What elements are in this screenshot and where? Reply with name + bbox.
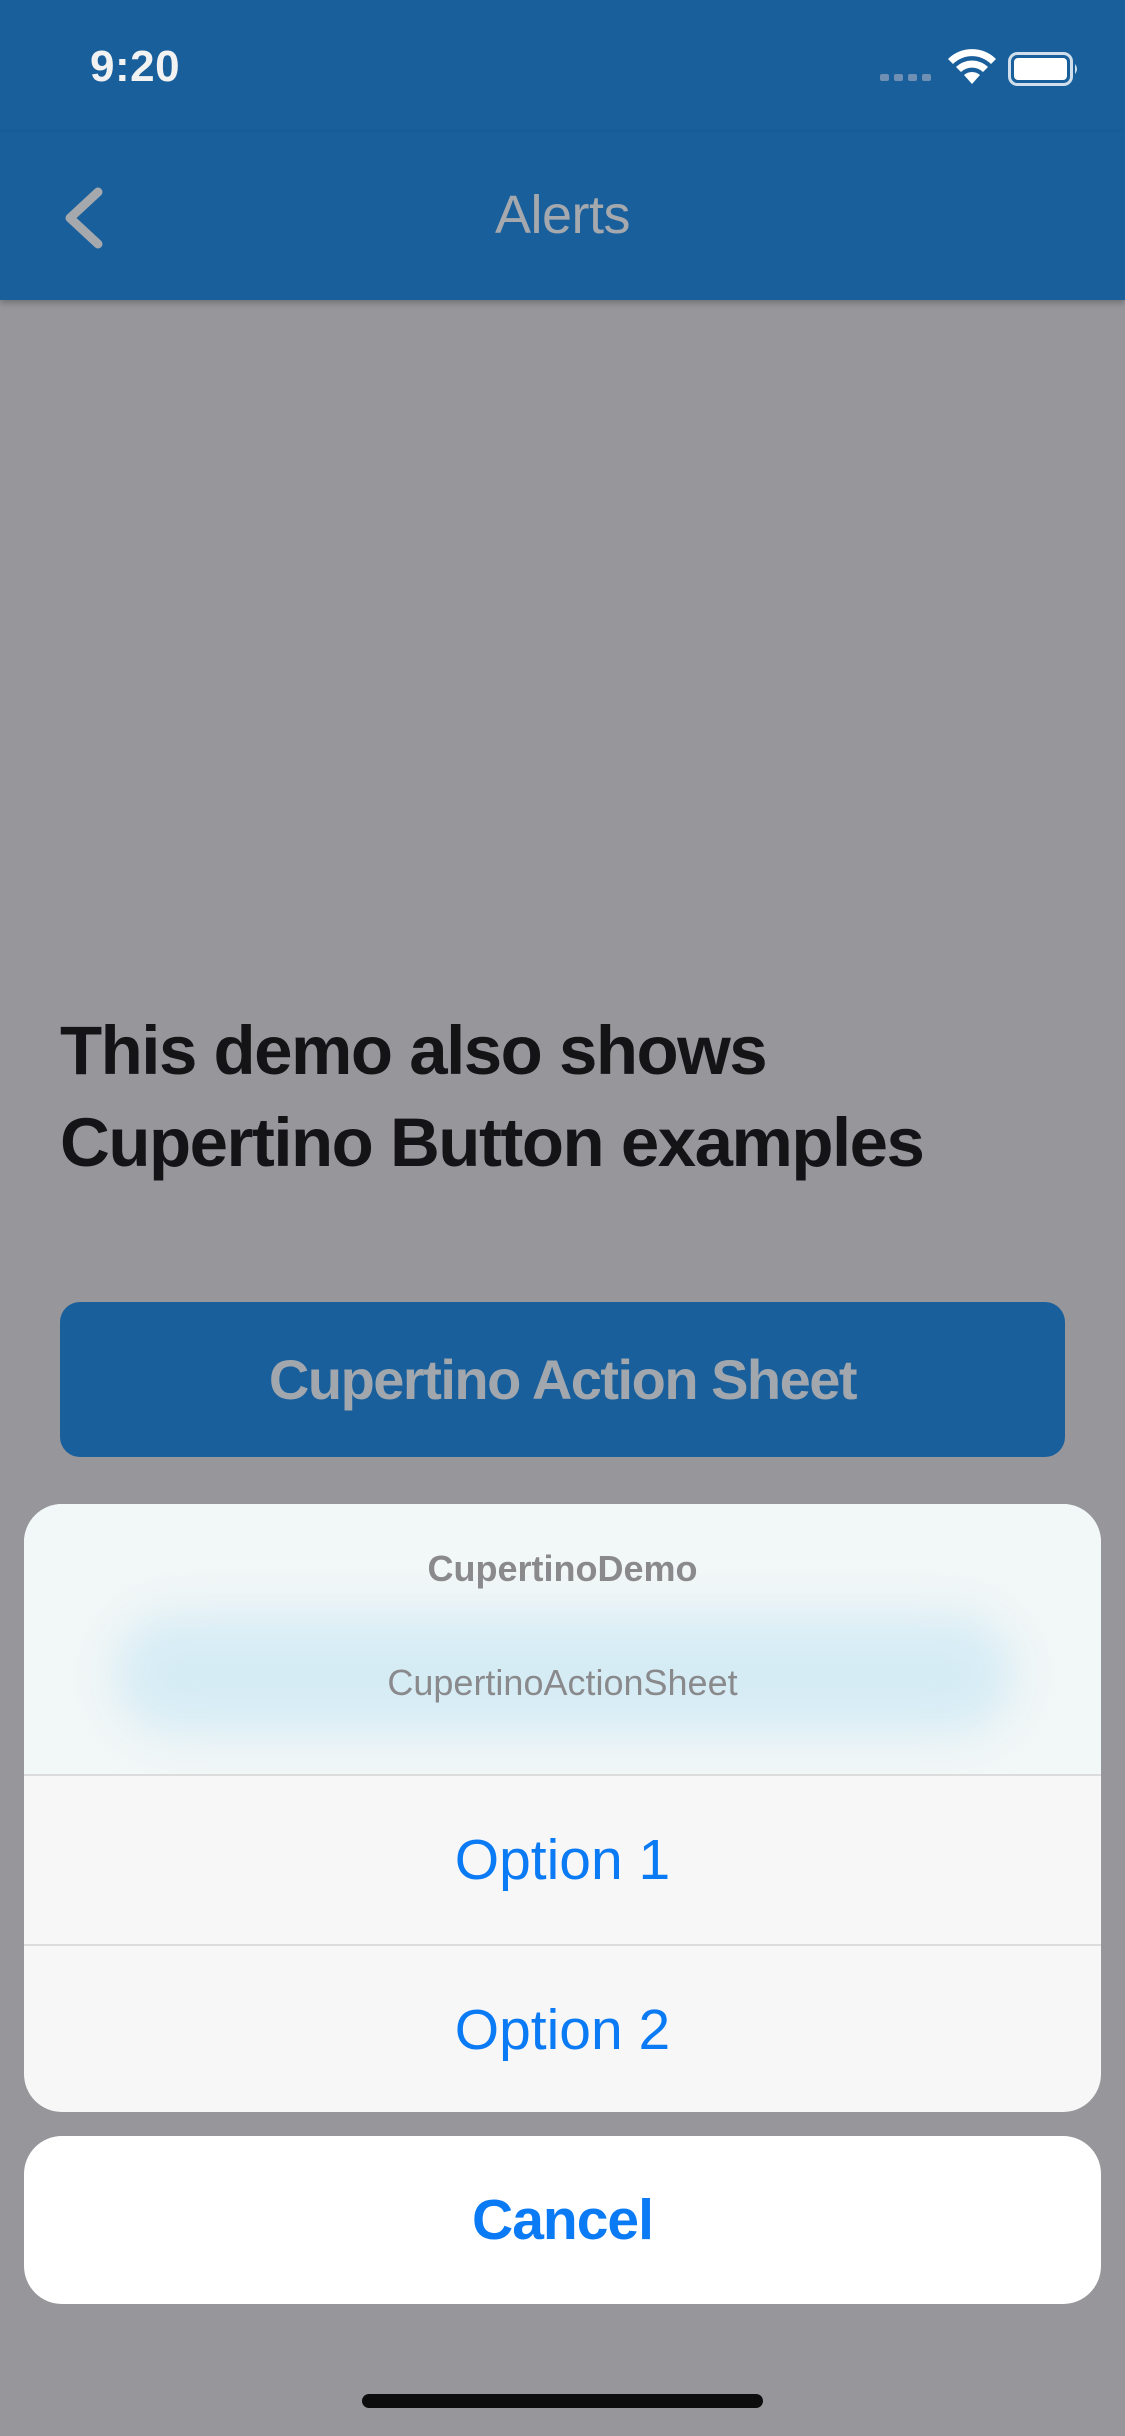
home-indicator[interactable] (362, 2394, 763, 2408)
status-time: 9:20 (90, 42, 181, 91)
page-title: Alerts (494, 185, 631, 245)
wifi-icon (948, 49, 996, 84)
cancel-button[interactable]: Cancel (24, 2136, 1101, 2304)
cupertino-action-sheet-button[interactable]: Cupertino Action Sheet (60, 1302, 1065, 1457)
demo-heading: This demo also shows Cupertino Button ex… (60, 1012, 925, 1181)
cellular-signal-icon (880, 74, 931, 81)
action-sheet-title: CupertinoDemo (427, 1548, 698, 1589)
action-sheet: CupertinoDemo CupertinoActionSheet Optio… (24, 1504, 1101, 2112)
action-sheet-message: CupertinoActionSheet (387, 1662, 738, 1703)
action-sheet-header: CupertinoDemo CupertinoActionSheet (24, 1504, 1101, 1774)
status-bar: 9:20 (0, 0, 1125, 132)
option-2-button[interactable]: Option 2 (24, 1946, 1101, 2112)
battery-icon (1008, 52, 1077, 86)
navigation-bar: Alerts (0, 132, 1125, 300)
option-1-button[interactable]: Option 1 (24, 1776, 1101, 1944)
